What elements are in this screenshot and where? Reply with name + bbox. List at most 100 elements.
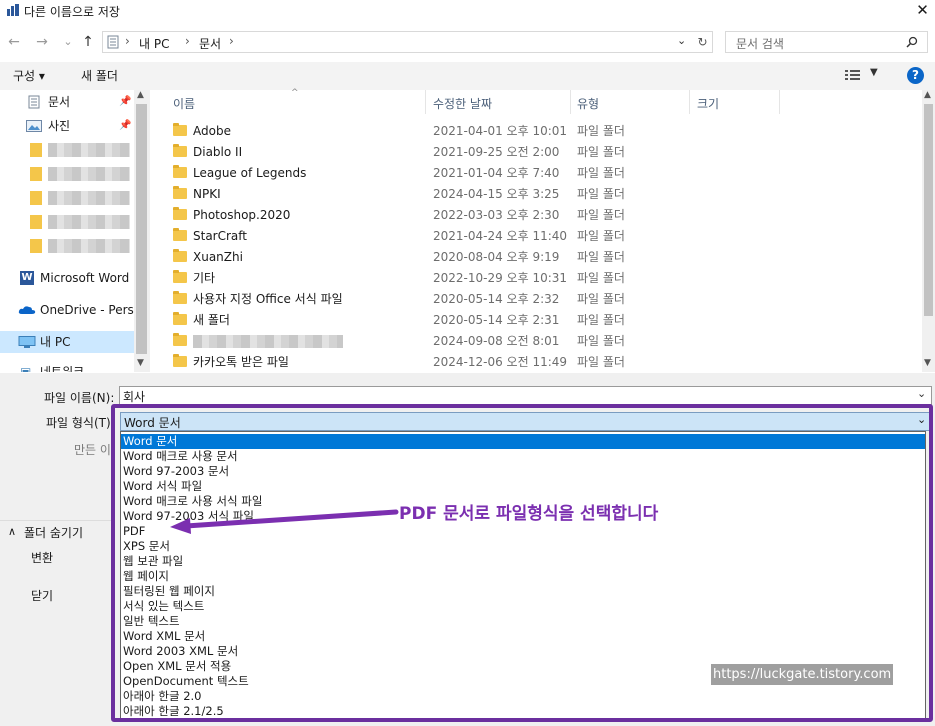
sort-arrow-icon: ^ <box>291 88 299 98</box>
column-divider[interactable] <box>779 90 780 114</box>
file-row[interactable]: 기타 2022-10-29 오후 10:31 파일 폴더 <box>150 268 922 289</box>
refresh-button[interactable]: ↻ <box>693 31 713 53</box>
breadcrumb-separator: › <box>125 34 130 48</box>
filetype-label: 파일 형식(T): <box>46 416 115 430</box>
file-name: League of Legends <box>193 166 307 180</box>
chevron-down-icon[interactable]: ▼ <box>870 67 878 78</box>
folder-icon <box>30 215 42 229</box>
navigation-scrollbar[interactable]: ▲ ▼ <box>134 90 150 372</box>
chevron-down-icon[interactable]: ⌄ <box>917 387 926 400</box>
folder-icon <box>173 249 187 262</box>
network-icon: ▣ <box>20 365 32 372</box>
file-name: NPKI <box>193 187 221 201</box>
file-type: 파일 폴더 <box>577 229 625 243</box>
chevron-down-icon[interactable]: ⌄ <box>677 34 686 47</box>
up-button[interactable]: ↑ <box>78 33 98 51</box>
file-modified: 2024-09-08 오전 8:01 <box>433 334 560 348</box>
sidebar-item-label: OneDrive - Person <box>40 303 134 317</box>
file-row[interactable]: Diablo II 2021-09-25 오전 2:00 파일 폴더 <box>150 142 922 163</box>
file-row[interactable]: 카카오톡 받은 파일 2024-12-06 오전 11:49 파일 폴더 <box>150 352 922 373</box>
sidebar-item-this-pc[interactable]: 내 PC <box>0 331 134 353</box>
column-name[interactable]: 이름 <box>173 95 195 112</box>
file-type: 파일 폴더 <box>577 166 625 180</box>
watermark: https://luckgate.tistory.com <box>711 664 894 685</box>
close-dialog-button[interactable]: 닫기 <box>31 587 53 604</box>
recent-locations-button[interactable]: ⌄ <box>58 33 78 51</box>
file-row[interactable]: XuanZhi 2020-08-04 오후 9:19 파일 폴더 <box>150 247 922 268</box>
help-icon[interactable]: ? <box>907 67 924 84</box>
column-divider[interactable] <box>689 90 690 114</box>
organize-button[interactable]: 구성 ▾ <box>13 67 45 84</box>
file-row[interactable]: NPKI 2024-04-15 오후 3:25 파일 폴더 <box>150 184 922 205</box>
file-name: 새 폴더 <box>193 313 230 327</box>
file-name: Photoshop.2020 <box>193 208 291 222</box>
column-divider[interactable] <box>570 90 571 114</box>
file-type: 파일 폴더 <box>577 187 625 201</box>
pictures-icon <box>26 120 42 132</box>
back-button[interactable]: ← <box>4 33 24 51</box>
close-button[interactable]: ✕ <box>910 0 935 20</box>
onedrive-icon <box>18 306 36 314</box>
redacted-folder-name <box>48 239 130 253</box>
search-icon <box>906 36 918 48</box>
file-row[interactable]: StarCraft 2021-04-24 오후 11:40 파일 폴더 <box>150 226 922 247</box>
scrollbar-thumb[interactable] <box>136 104 147 354</box>
file-row[interactable]: 사용자 지정 Office 서식 파일 2020-05-14 오후 2:32 파일 … <box>150 289 922 310</box>
file-modified: 2020-05-14 오후 2:31 <box>433 313 560 327</box>
folder-icon <box>30 191 42 205</box>
file-type: 파일 폴더 <box>577 250 625 264</box>
sidebar-item-network[interactable]: ▣ 네트워크 <box>0 361 134 372</box>
scroll-up-icon[interactable]: ▲ <box>137 90 144 100</box>
file-modified: 2021-09-25 오전 2:00 <box>433 145 560 159</box>
folder-icon <box>173 270 187 283</box>
forward-button[interactable]: → <box>32 33 52 51</box>
scroll-down-icon[interactable]: ▼ <box>137 358 144 368</box>
convert-button[interactable]: 변환 <box>31 549 53 566</box>
column-divider[interactable] <box>425 90 426 114</box>
filename-input[interactable]: 회사 ⌄ <box>119 386 932 405</box>
scrollbar-thumb[interactable] <box>924 104 933 316</box>
chevron-up-icon[interactable]: ∧ <box>8 525 16 538</box>
pin-icon: 📌 <box>119 96 132 107</box>
file-row[interactable]: Adobe 2021-04-01 오후 10:01 파일 폴더 <box>150 121 922 142</box>
scroll-up-icon[interactable]: ▲ <box>924 90 931 100</box>
file-modified: 2024-04-15 오후 3:25 <box>433 187 560 201</box>
folder-icon <box>173 291 187 304</box>
file-row[interactable]: Photoshop.2020 2022-03-03 오후 2:30 파일 폴더 <box>150 205 922 226</box>
folder-icon <box>173 228 187 241</box>
address-bar[interactable]: › 내 PC › 문서 › ⌄ <box>102 31 694 53</box>
sidebar-item-onedrive[interactable]: OneDrive - Person <box>0 299 134 321</box>
breadcrumb-documents[interactable]: 문서 <box>199 35 221 52</box>
file-name: 카카오톡 받은 파일 <box>193 355 289 369</box>
sidebar-item-pictures[interactable]: 사진 📌 <box>0 115 134 137</box>
annotation-arrow-icon <box>170 509 399 534</box>
window-title: 다른 이름으로 저장 <box>24 5 120 19</box>
folder-icon <box>30 167 42 181</box>
new-folder-button[interactable]: 새 폴더 <box>81 67 118 84</box>
column-modified[interactable]: 수정한 날짜 <box>433 95 492 112</box>
redacted-folder-name <box>48 167 130 181</box>
scroll-down-icon[interactable]: ▼ <box>924 358 931 368</box>
breadcrumb-this-pc[interactable]: 내 PC <box>139 35 169 52</box>
sidebar-item-documents[interactable]: 문서 📌 <box>0 91 134 113</box>
file-row[interactable]: 새 폴더 2020-05-14 오후 2:31 파일 폴더 <box>150 310 922 331</box>
file-name: 기타 <box>193 271 216 285</box>
column-type[interactable]: 유형 <box>577 95 599 112</box>
sidebar-item-word[interactable]: W Microsoft Word <box>0 267 134 289</box>
file-row[interactable]: 2024-09-08 오전 8:01 파일 폴더 <box>150 331 922 352</box>
sidebar-item-label: 문서 <box>48 95 71 109</box>
folder-icon <box>30 143 42 157</box>
search-input[interactable]: 문서 검색 <box>725 31 928 53</box>
folder-icon <box>173 186 187 199</box>
folder-icon <box>173 165 187 178</box>
app-icon <box>7 4 19 16</box>
view-options-icon[interactable] <box>845 69 861 81</box>
column-size[interactable]: 크기 <box>697 95 719 112</box>
sidebar-item-label: 네트워크 <box>40 365 85 372</box>
file-name: XuanZhi <box>193 250 243 264</box>
file-row[interactable]: League of Legends 2021-01-04 오후 7:40 파일 폴더 <box>150 163 922 184</box>
file-list-scrollbar[interactable]: ▲ ▼ <box>922 90 935 372</box>
search-placeholder: 문서 검색 <box>736 37 784 51</box>
hide-folders-button[interactable]: 폴더 숨기기 <box>24 524 83 541</box>
computer-icon <box>18 336 36 348</box>
